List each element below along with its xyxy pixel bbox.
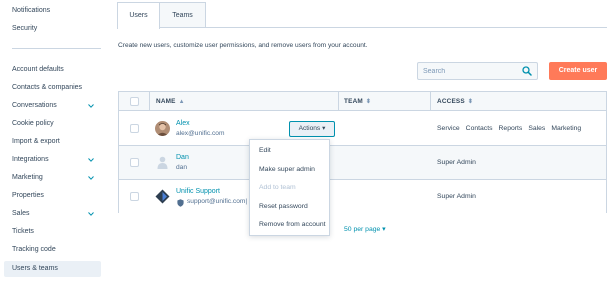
row-checkbox[interactable]: [130, 124, 139, 133]
access-list: Service Contacts Reports Sales Marketing: [437, 125, 587, 132]
access-tag: Contacts: [465, 125, 493, 132]
user-name-link[interactable]: Unific Support: [176, 188, 220, 195]
column-header-access[interactable]: ACCESS ⬍: [437, 92, 473, 111]
sidebar-item-cookie-policy[interactable]: Cookie policy: [12, 117, 100, 131]
menu-item-remove-from-account[interactable]: Remove from account: [259, 221, 326, 228]
sort-icon: ⬍: [365, 99, 372, 105]
chevron-down-icon[interactable]: [88, 175, 94, 181]
sidebar-item-tracking-code[interactable]: Tracking code: [12, 243, 100, 257]
sidebar-item-tickets[interactable]: Tickets: [12, 225, 100, 239]
table-row[interactable]: Alex alex@unific.com Actions ▾ Service Co…: [119, 112, 606, 146]
per-page-selector[interactable]: 50 per page ▾: [344, 225, 386, 233]
page-description: Create new users, customize user permiss…: [118, 42, 368, 49]
sidebar-item-conversations[interactable]: Conversations: [12, 99, 100, 113]
column-divider: [430, 92, 431, 111]
sort-icon: ⬍: [467, 99, 474, 105]
tab-teams[interactable]: Teams: [159, 2, 206, 28]
search-icon[interactable]: [522, 66, 532, 76]
row-checkbox[interactable]: [130, 192, 139, 201]
sort-ascending-icon: ▲: [178, 99, 185, 105]
unific-logo-icon: [155, 189, 170, 204]
sidebar-item-sales[interactable]: Sales: [12, 207, 100, 221]
access-tag: Service: [437, 125, 460, 132]
sidebar-item-account-defaults[interactable]: Account defaults: [12, 63, 100, 77]
actions-menu: Edit Make super admin Add to team Reset …: [249, 139, 330, 236]
user-email: dan: [176, 164, 188, 171]
sidebar-item-integrations[interactable]: Integrations: [12, 153, 100, 167]
chevron-down-icon[interactable]: [88, 103, 94, 109]
user-photo-icon: [155, 121, 170, 136]
column-divider: [149, 92, 150, 111]
column-header-name[interactable]: NAME ▲: [156, 92, 185, 111]
access-tag: Marketing: [551, 125, 582, 132]
sidebar-item-users-teams[interactable]: Users & teams: [4, 261, 101, 277]
column-header-team[interactable]: TEAM ⬍: [344, 92, 371, 111]
table-row[interactable]: Unific Support support@unific.com| I Sup…: [119, 180, 606, 214]
settings-sidebar: Notifications Security Account defaults …: [0, 0, 104, 285]
sidebar-item-import-export[interactable]: Import & export: [12, 135, 100, 149]
sidebar-item-contacts-companies[interactable]: Contacts & companies: [12, 81, 100, 95]
user-email: support@unific.com| I: [187, 198, 251, 205]
access-tag: Super Admin: [437, 159, 476, 166]
sidebar-item-security[interactable]: Security: [12, 22, 100, 36]
sidebar-item-notifications[interactable]: Notifications: [12, 4, 100, 18]
verified-shield-icon: [177, 199, 184, 207]
users-table: NAME ▲ TEAM ⬍ ACCESS ⬍ Alex alex@unific.com…: [118, 91, 607, 214]
user-email: alex@unific.com: [176, 130, 225, 137]
access-list: Super Admin: [437, 193, 482, 200]
row-checkbox[interactable]: [130, 158, 139, 167]
default-avatar-icon: [157, 156, 168, 169]
access-tag: Sales: [528, 125, 546, 132]
chevron-down-icon[interactable]: [88, 211, 94, 217]
menu-item-reset-password[interactable]: Reset password: [259, 203, 308, 210]
access-list: Super Admin: [437, 159, 482, 166]
sidebar-item-marketing[interactable]: Marketing: [12, 171, 100, 185]
access-tag: Super Admin: [437, 193, 476, 200]
menu-item-add-to-team: Add to team: [259, 184, 296, 191]
avatar: [155, 121, 170, 136]
column-divider: [338, 92, 339, 111]
sidebar-divider: [12, 48, 101, 49]
menu-item-make-super-admin[interactable]: Make super admin: [259, 166, 315, 173]
menu-item-edit[interactable]: Edit: [259, 147, 271, 154]
chevron-down-icon[interactable]: [88, 157, 94, 163]
user-name-link[interactable]: Alex: [176, 120, 190, 127]
actions-dropdown-button[interactable]: Actions ▾: [289, 121, 335, 137]
sidebar-item-properties[interactable]: Properties: [12, 189, 100, 203]
table-header: NAME ▲ TEAM ⬍ ACCESS ⬍: [119, 92, 606, 111]
select-all-checkbox[interactable]: [130, 97, 139, 106]
user-name-link[interactable]: Dan: [176, 154, 189, 161]
tab-divider: [117, 27, 607, 28]
table-row[interactable]: Dan dan Super Admin: [119, 146, 606, 180]
create-user-button[interactable]: Create user: [549, 62, 607, 80]
search-input[interactable]: [418, 63, 518, 79]
search-box: [417, 62, 538, 80]
tab-users[interactable]: Users: [117, 2, 160, 29]
access-tag: Reports: [498, 125, 523, 132]
